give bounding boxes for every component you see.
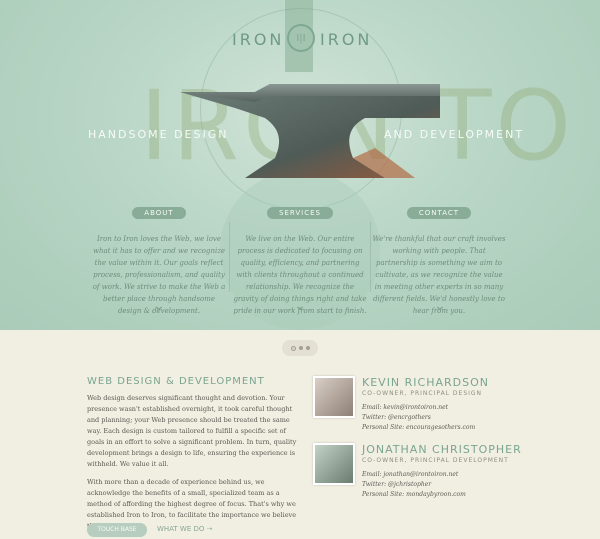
main-heading: WEB DESIGN & DEVELOPMENT xyxy=(87,376,265,387)
paragraph: Web design deserves significant thought … xyxy=(87,394,297,468)
email-link[interactable]: Email: jonathan@irontoiron.net xyxy=(362,470,466,480)
person-role: CO-OWNER, PRINCIPAL DESIGN xyxy=(362,390,483,397)
pager-dot[interactable] xyxy=(298,346,303,350)
touch-base-button[interactable]: TOUCH BASE xyxy=(87,523,147,537)
person-name: JONATHAN CHRISTOPHER xyxy=(362,443,522,456)
personal-site-link[interactable]: Personal Site: encouragesothers.com xyxy=(362,423,475,433)
divider xyxy=(370,222,371,292)
main-body: Web design deserves significant thought … xyxy=(87,393,300,539)
person-info: Email: jonathan@irontoiron.net Twitter: … xyxy=(362,470,466,500)
personal-site-link[interactable]: Personal Site: mondaybyroon.com xyxy=(362,490,466,500)
hero-banner: IRON TO IRON IRON I|I IRON HANDSOME DESI… xyxy=(0,0,600,330)
divider xyxy=(229,222,230,292)
anvil-illustration xyxy=(180,84,440,178)
slider-pager xyxy=(282,340,318,356)
person-name: KEVIN RICHARDSON xyxy=(362,376,490,389)
twitter-link[interactable]: Twitter: @jchristopher xyxy=(362,480,466,490)
pager-dot[interactable] xyxy=(290,345,296,351)
chevron-down-icon[interactable]: ⌄ xyxy=(151,298,167,314)
chevron-down-icon[interactable]: ⌄ xyxy=(292,298,308,314)
logo-right-word[interactable]: IRON xyxy=(320,30,372,49)
logo-mark-icon[interactable]: I|I xyxy=(287,24,315,52)
pager-dot[interactable] xyxy=(305,346,310,350)
tab-services[interactable]: SERVICES xyxy=(267,207,333,219)
person-info: Email: kevin@irontoiron.net Twitter: @en… xyxy=(362,403,475,433)
avatar xyxy=(313,376,355,418)
twitter-link[interactable]: Twitter: @encrgothers xyxy=(362,413,475,423)
email-link[interactable]: Email: kevin@irontoiron.net xyxy=(362,403,475,413)
tab-contact[interactable]: CONTACT xyxy=(406,207,472,219)
tab-about[interactable]: ABOUT xyxy=(132,207,186,219)
avatar xyxy=(313,443,355,485)
logo-left-word[interactable]: IRON xyxy=(232,30,284,49)
person-role: CO-OWNER, PRINCIPAL DEVELOPMENT xyxy=(362,457,509,464)
chevron-down-icon[interactable]: ⌄ xyxy=(432,298,448,314)
what-we-do-link[interactable]: WHAT WE DO ➝ xyxy=(157,525,213,533)
